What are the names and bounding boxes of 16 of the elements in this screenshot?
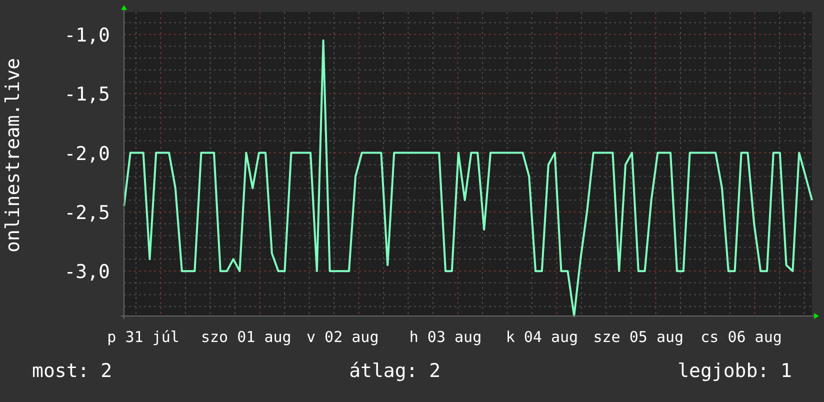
- axis-title: onlinestream.live: [2, 58, 24, 252]
- y-tick-label: -1,5: [64, 84, 110, 106]
- legend-stat: átlag: 2: [349, 360, 441, 382]
- x-tick-label: sze 05 aug: [593, 328, 684, 346]
- y-tick-label: -1,0: [64, 24, 110, 46]
- x-tick-label: h 03 aug: [409, 328, 482, 346]
- y-tick-label: -2,0: [64, 142, 110, 165]
- x-tick-label: v 02 aug: [306, 328, 379, 346]
- legend-stat: legjobb: 1: [678, 360, 792, 382]
- legend-stat: most: 2: [32, 360, 112, 382]
- x-tick-label: p 31 júl: [107, 328, 180, 346]
- y-tick-label: -3,0: [64, 261, 110, 284]
- y-tick-label: -2,5: [64, 202, 110, 224]
- x-tick-label: szo 01 aug: [201, 328, 292, 346]
- x-tick-label: cs 06 aug: [700, 328, 782, 346]
- x-tick-label: k 04 aug: [506, 328, 578, 346]
